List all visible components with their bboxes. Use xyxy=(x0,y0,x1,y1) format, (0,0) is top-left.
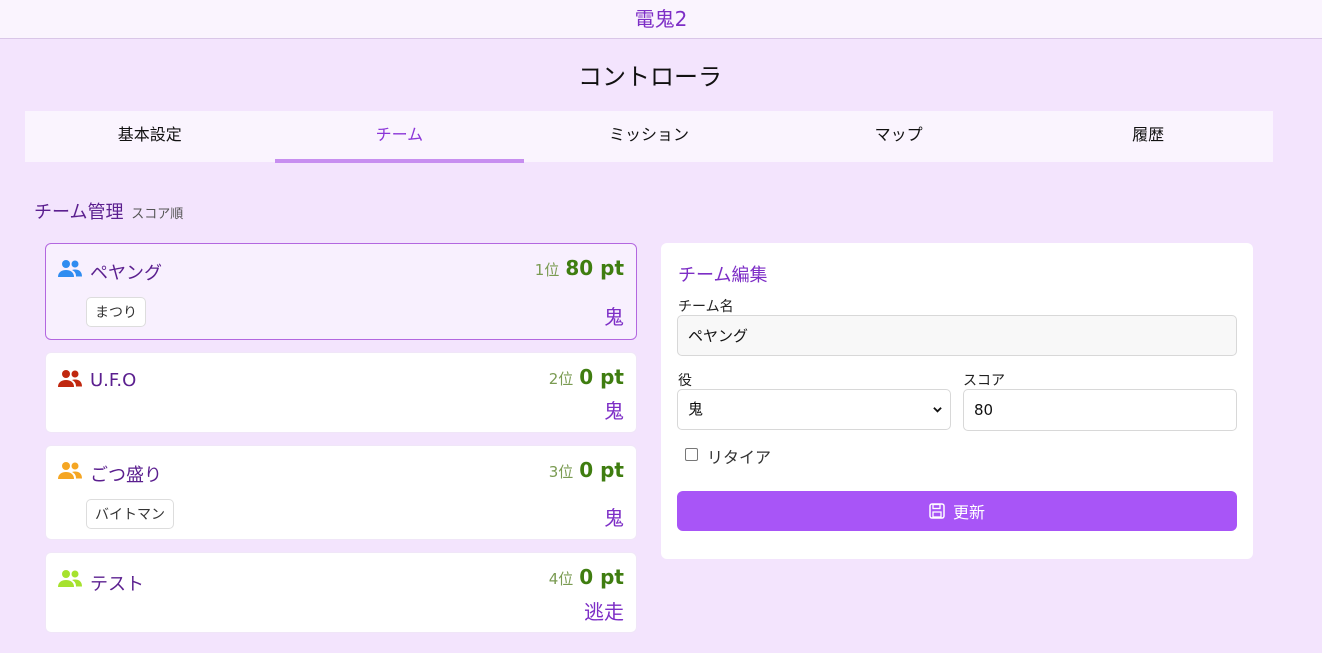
users-icon xyxy=(58,370,82,387)
tab-history[interactable]: 履歴 xyxy=(1023,111,1273,162)
team-edit-panel: チーム編集 チーム名 役 鬼 スコア リタイア 更新 xyxy=(661,243,1253,559)
score-label: スコア xyxy=(963,373,1005,389)
app-header: 電鬼2 xyxy=(0,0,1322,39)
team-score: 80 pt xyxy=(565,256,624,280)
team-card-1[interactable]: ペヤング 1位 80 pt まつり 鬼 xyxy=(45,243,637,340)
tab-mission[interactable]: ミッション xyxy=(524,111,774,162)
section-title-text: チーム管理 xyxy=(34,202,124,223)
member-badge: バイトマン xyxy=(86,499,174,529)
team-rank: 1位 xyxy=(534,261,560,279)
tab-map[interactable]: マップ xyxy=(774,111,1024,162)
team-card-4[interactable]: テスト 4位 0 pt 逃走 xyxy=(45,552,637,633)
section-subtitle: スコア順 xyxy=(131,207,184,222)
users-icon xyxy=(58,570,82,587)
retire-checkbox[interactable] xyxy=(685,448,698,461)
team-score: 0 pt xyxy=(579,565,624,589)
team-rank: 3位 xyxy=(548,463,574,481)
role-select-value: 鬼 xyxy=(688,400,704,418)
team-role: 鬼 xyxy=(604,399,624,423)
chevron-down-icon xyxy=(933,407,942,413)
update-button[interactable]: 更新 xyxy=(677,491,1237,531)
page-title: コントローラ xyxy=(578,63,722,91)
member-badge: まつり xyxy=(86,297,146,327)
team-name: ごつ盛り xyxy=(90,465,162,486)
users-icon xyxy=(58,260,82,277)
team-rank: 4位 xyxy=(548,570,574,588)
rank-score: 2位 0 pt xyxy=(549,365,624,389)
team-rank: 2位 xyxy=(548,370,574,388)
rank-score: 3位 0 pt xyxy=(549,458,624,482)
team-name: U.F.O xyxy=(90,370,137,391)
team-score: 0 pt xyxy=(579,365,624,389)
team-name-input[interactable] xyxy=(677,315,1237,356)
role-label: 役 xyxy=(678,373,692,389)
team-role: 逃走 xyxy=(584,600,624,624)
tab-bar: 基本設定 チーム ミッション マップ 履歴 xyxy=(25,111,1273,163)
role-select[interactable]: 鬼 xyxy=(677,389,951,430)
team-name: テスト xyxy=(90,574,144,595)
retire-label[interactable]: リタイア xyxy=(707,444,771,468)
team-card-2[interactable]: U.F.O 2位 0 pt 鬼 xyxy=(45,352,637,433)
team-card-3[interactable]: ごつ盛り 3位 0 pt バイトマン 鬼 xyxy=(45,445,637,540)
rank-score: 4位 0 pt xyxy=(549,565,624,589)
rank-score: 1位 80 pt xyxy=(535,256,624,280)
team-role: 鬼 xyxy=(604,305,624,329)
section-title: チーム管理 スコア順 xyxy=(34,198,183,224)
team-score: 0 pt xyxy=(579,458,624,482)
app-title: 電鬼2 xyxy=(634,7,688,31)
update-button-label: 更新 xyxy=(952,503,985,522)
score-input[interactable] xyxy=(963,389,1237,431)
team-name-label: チーム名 xyxy=(678,299,734,315)
team-role: 鬼 xyxy=(604,506,624,530)
team-name: ペヤング xyxy=(90,263,162,284)
tab-team[interactable]: チーム xyxy=(274,111,525,163)
tab-basic-settings[interactable]: 基本設定 xyxy=(25,111,275,162)
edit-title: チーム編集 xyxy=(678,265,768,286)
users-icon xyxy=(58,462,82,479)
save-icon xyxy=(929,503,945,519)
